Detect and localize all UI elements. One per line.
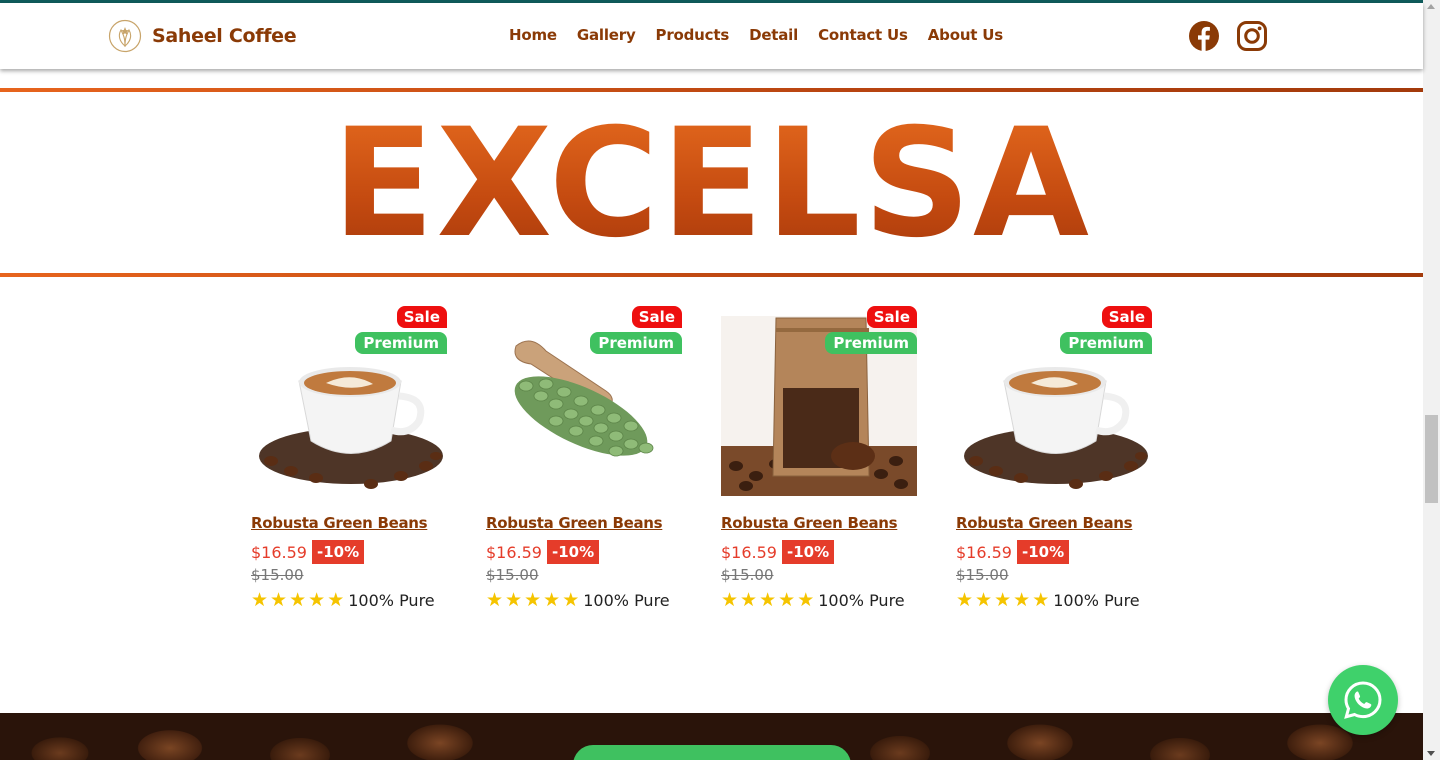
product-card[interactable]: Sale Premium Robusta Green Beans $16.59 …: [721, 306, 917, 610]
site-header: Saheel Coffee Home Gallery Products Deta…: [0, 3, 1423, 69]
product-image[interactable]: Sale Premium: [721, 306, 917, 496]
star-rating: ★ ★ ★ ★ ★ 100% Pure: [721, 591, 917, 610]
premium-badge: Premium: [825, 332, 917, 354]
star-rating: ★ ★ ★ ★ ★ 100% Pure: [486, 591, 682, 610]
title-rule-top: [0, 88, 1423, 92]
product-card[interactable]: Sale Premium Robusta Green Beans $16.59 …: [956, 306, 1152, 610]
star-icon: ★: [759, 590, 777, 611]
star-icon: ★: [1013, 590, 1031, 611]
scroll-down-arrow-icon[interactable]: [1427, 751, 1435, 756]
nav-contact-us[interactable]: Contact Us: [818, 26, 908, 44]
sale-badge: Sale: [631, 306, 682, 328]
premium-badge: Premium: [590, 332, 682, 354]
instagram-icon[interactable]: [1236, 20, 1268, 52]
nav-products[interactable]: Products: [656, 26, 730, 44]
section-title: EXCELSA: [0, 104, 1423, 264]
nav-home[interactable]: Home: [509, 26, 557, 44]
purity-label: 100% Pure: [1053, 591, 1140, 610]
product-image[interactable]: Sale Premium: [251, 306, 447, 496]
scroll-up-arrow-icon[interactable]: [1427, 4, 1435, 9]
price-row: $16.59 -10%: [251, 540, 447, 564]
current-price: $16.59: [486, 542, 542, 562]
premium-badge: Premium: [1060, 332, 1152, 354]
original-price: $15.00: [486, 566, 539, 584]
price-row: $16.59 -10%: [956, 540, 1152, 564]
discount-badge: -10%: [781, 540, 835, 564]
discount-badge: -10%: [546, 540, 600, 564]
whatsapp-icon: [1344, 681, 1382, 719]
discount-badge: -10%: [311, 540, 365, 564]
coffee-leaf-logo-icon: [108, 19, 142, 53]
sale-badge: Sale: [396, 306, 447, 328]
price-row: $16.59 -10%: [721, 540, 917, 564]
product-image[interactable]: Sale Premium: [486, 306, 682, 496]
sale-badge: Sale: [866, 306, 917, 328]
star-icon: ★: [486, 590, 504, 611]
star-icon: ★: [721, 590, 739, 611]
star-icon: ★: [975, 590, 993, 611]
star-icon: ★: [251, 590, 269, 611]
current-price: $16.59: [251, 542, 307, 562]
star-icon: ★: [562, 590, 580, 611]
social-links: [1188, 20, 1268, 52]
star-icon: ★: [740, 590, 758, 611]
whatsapp-button[interactable]: [1328, 665, 1398, 735]
star-icon: ★: [956, 590, 974, 611]
original-price: $15.00: [721, 566, 774, 584]
star-icon: ★: [289, 590, 307, 611]
star-icon: ★: [505, 590, 523, 611]
product-name-link[interactable]: Robusta Green Beans: [721, 514, 917, 532]
star-rating: ★ ★ ★ ★ ★ 100% Pure: [251, 591, 447, 610]
banner-cta-button[interactable]: [573, 745, 851, 760]
purity-label: 100% Pure: [818, 591, 905, 610]
star-icon: ★: [797, 590, 815, 611]
product-name-link[interactable]: Robusta Green Beans: [251, 514, 447, 532]
star-icon: ★: [1032, 590, 1050, 611]
star-icon: ★: [270, 590, 288, 611]
brand-name: Saheel Coffee: [152, 25, 297, 47]
star-icon: ★: [524, 590, 542, 611]
price-row: $16.59 -10%: [486, 540, 682, 564]
nav-about-us[interactable]: About Us: [928, 26, 1003, 44]
product-name-link[interactable]: Robusta Green Beans: [956, 514, 1152, 532]
star-icon: ★: [327, 590, 345, 611]
current-price: $16.59: [721, 542, 777, 562]
purity-label: 100% Pure: [348, 591, 435, 610]
product-card[interactable]: Sale Premium Robusta Green Beans $16.59 …: [251, 306, 447, 610]
sale-badge: Sale: [1101, 306, 1152, 328]
vertical-scrollbar[interactable]: [1423, 0, 1440, 760]
product-card[interactable]: Sale Premium Robusta Green Beans $16.59 …: [486, 306, 682, 610]
main-nav: Home Gallery Products Detail Contact Us …: [509, 26, 1003, 44]
product-image[interactable]: Sale Premium: [956, 306, 1152, 496]
star-icon: ★: [543, 590, 561, 611]
scrollbar-thumb[interactable]: [1425, 415, 1438, 503]
premium-badge: Premium: [355, 332, 447, 354]
discount-badge: -10%: [1016, 540, 1070, 564]
original-price: $15.00: [251, 566, 304, 584]
facebook-icon[interactable]: [1188, 20, 1220, 52]
title-rule-bottom: [0, 273, 1423, 277]
nav-gallery[interactable]: Gallery: [577, 26, 636, 44]
brand-logo-link[interactable]: Saheel Coffee: [108, 19, 297, 53]
star-icon: ★: [778, 590, 796, 611]
star-icon: ★: [308, 590, 326, 611]
star-rating: ★ ★ ★ ★ ★ 100% Pure: [956, 591, 1152, 610]
product-name-link[interactable]: Robusta Green Beans: [486, 514, 682, 532]
original-price: $15.00: [956, 566, 1009, 584]
current-price: $16.59: [956, 542, 1012, 562]
product-grid: Sale Premium Robusta Green Beans $16.59 …: [251, 306, 1152, 610]
nav-detail[interactable]: Detail: [749, 26, 798, 44]
star-icon: ★: [994, 590, 1012, 611]
purity-label: 100% Pure: [583, 591, 670, 610]
